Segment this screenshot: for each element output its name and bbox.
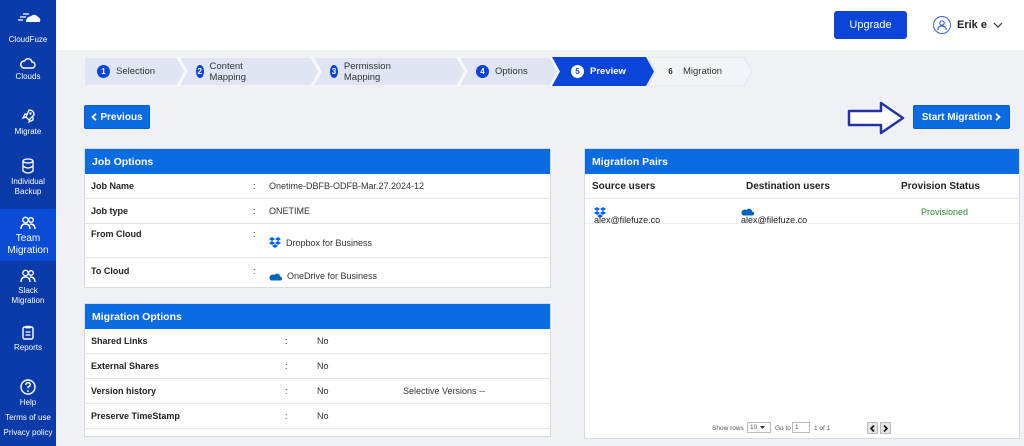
show-rows-label: Show rows xyxy=(712,424,744,432)
users-icon xyxy=(20,269,36,283)
rows-per-page-select[interactable]: 10 xyxy=(747,422,771,433)
stepper-background xyxy=(84,57,753,86)
goto-label: Go to xyxy=(775,424,791,432)
privacy-link[interactable]: Privacy policy xyxy=(0,428,56,437)
user-avatar-icon xyxy=(933,16,951,34)
clipboard-icon xyxy=(22,325,34,340)
to-cloud-row: To Cloud : OneDrive for Business xyxy=(91,266,378,281)
cloud-icon xyxy=(20,58,36,69)
chevron-left-icon xyxy=(91,113,97,121)
sidebar-item-slack-migration[interactable]: Slack Migration xyxy=(0,269,56,306)
sidebar-item-clouds[interactable]: Clouds xyxy=(0,57,56,82)
preserve-timestamp-row: Preserve TimeStamp : No xyxy=(85,404,550,429)
step-selection[interactable]: 1 Selection xyxy=(97,57,155,86)
chevron-right-icon xyxy=(995,113,1002,121)
chevron-down-icon xyxy=(993,22,1003,28)
help-icon xyxy=(20,379,36,395)
sidebar-item-label: Migrate xyxy=(14,127,42,136)
sidebar-item-team-migration[interactable]: Team Migration xyxy=(0,209,56,261)
col-source-users: Source users xyxy=(592,180,656,192)
sidebar-item-migrate[interactable]: Migrate xyxy=(0,108,56,137)
top-bar: Upgrade Erik e xyxy=(56,0,1024,50)
database-icon xyxy=(22,158,34,174)
start-migration-button[interactable]: Start Migration xyxy=(913,105,1010,129)
job-name-row: Job Name : Onetime-DBFB-ODFB-Mar.27.2024… xyxy=(85,174,550,199)
sidebar-item-label: Slack Migration xyxy=(11,286,45,305)
from-cloud-row: From Cloud : Dropbox for Business xyxy=(85,224,550,258)
chevron-right-icon xyxy=(883,424,888,432)
step-preview[interactable]: 5 Preview xyxy=(571,57,626,86)
job-options-panel: Job Options Job Name : Onetime-DBFB-ODFB… xyxy=(84,148,551,288)
shared-links-row: Shared Links : No xyxy=(85,329,550,354)
job-options-title: Job Options xyxy=(85,149,550,174)
user-menu[interactable]: Erik e xyxy=(933,15,1003,35)
migration-pairs-panel: Migration Pairs Source users Destination… xyxy=(584,148,1020,439)
cloudfuze-logo-icon xyxy=(18,13,41,22)
sidebar-item-label: Team Migration xyxy=(7,233,49,256)
job-type-value: ONETIME xyxy=(269,206,311,216)
sidebar-item-label: Clouds xyxy=(15,72,41,81)
onedrive-icon xyxy=(269,273,282,280)
previous-button[interactable]: Previous xyxy=(84,105,150,129)
migration-pairs-header: Source users Destination users Provision… xyxy=(585,174,1019,199)
sidebar: CloudFuze Clouds Migrate Individual Back… xyxy=(0,0,56,446)
step-permission-mapping[interactable]: 3 Permission Mapping xyxy=(330,57,396,86)
provision-status-cell: Provisioned xyxy=(921,207,969,217)
arrow-right-icon xyxy=(847,101,905,135)
table-row[interactable]: alex@filefuze.co alex@filefuze.co Provis… xyxy=(585,199,1019,225)
destination-user-cell: alex@filefuze.co xyxy=(741,207,807,225)
brand-name: CloudFuze xyxy=(8,35,48,44)
sidebar-item-label: Individual Backup xyxy=(11,177,45,196)
external-shares-row: External Shares : No xyxy=(85,354,550,379)
pagination: Show rows 10 Go to 1 1 of 1 xyxy=(585,418,1019,438)
upgrade-button[interactable]: Upgrade xyxy=(834,11,907,39)
next-page-button[interactable] xyxy=(880,422,891,434)
prev-page-button[interactable] xyxy=(867,422,878,434)
step-content-mapping[interactable]: 2 Content Mapping xyxy=(196,57,251,86)
col-provision-status: Provision Status xyxy=(901,180,980,192)
sidebar-item-label: Reports xyxy=(13,343,42,352)
step-options[interactable]: 4 Options xyxy=(476,57,528,86)
chevron-down-icon xyxy=(760,426,766,429)
step-migration[interactable]: 6 Migration xyxy=(664,57,722,86)
brand-logo[interactable]: CloudFuze xyxy=(0,10,56,45)
chevron-left-icon xyxy=(870,424,875,432)
migration-options-title: Migration Options xyxy=(85,304,550,329)
sidebar-item-label: Help xyxy=(19,398,37,407)
migration-options-panel: Migration Options Shared Links : No Exte… xyxy=(84,303,551,437)
page-count: 1 of 1 xyxy=(814,424,831,432)
terms-link[interactable]: Terms of use xyxy=(0,413,56,422)
user-name: Erik e xyxy=(957,19,987,31)
sidebar-item-reports[interactable]: Reports xyxy=(0,325,56,353)
version-history-row: Version history : No Selective Versions … xyxy=(85,379,550,404)
sidebar-item-individual-backup[interactable]: Individual Backup xyxy=(0,158,56,197)
rocket-icon xyxy=(21,109,35,124)
sidebar-item-help[interactable]: Help xyxy=(0,379,56,408)
selective-versions-value: Selective Versions -- xyxy=(403,386,486,396)
col-destination-users: Destination users xyxy=(746,180,830,192)
job-name-value: Onetime-DBFB-ODFB-Mar.27.2024-12 xyxy=(269,181,425,191)
job-type-row: Job type : ONETIME xyxy=(85,199,550,224)
dropbox-icon xyxy=(269,237,281,248)
to-cloud-value: OneDrive for Business xyxy=(269,271,377,281)
goto-page-input[interactable]: 1 xyxy=(792,422,810,433)
migration-pairs-title: Migration Pairs xyxy=(585,149,1019,174)
source-user-cell: alex@filefuze.co xyxy=(594,207,660,225)
users-icon xyxy=(20,216,36,230)
from-cloud-value: Dropbox for Business xyxy=(269,237,372,248)
